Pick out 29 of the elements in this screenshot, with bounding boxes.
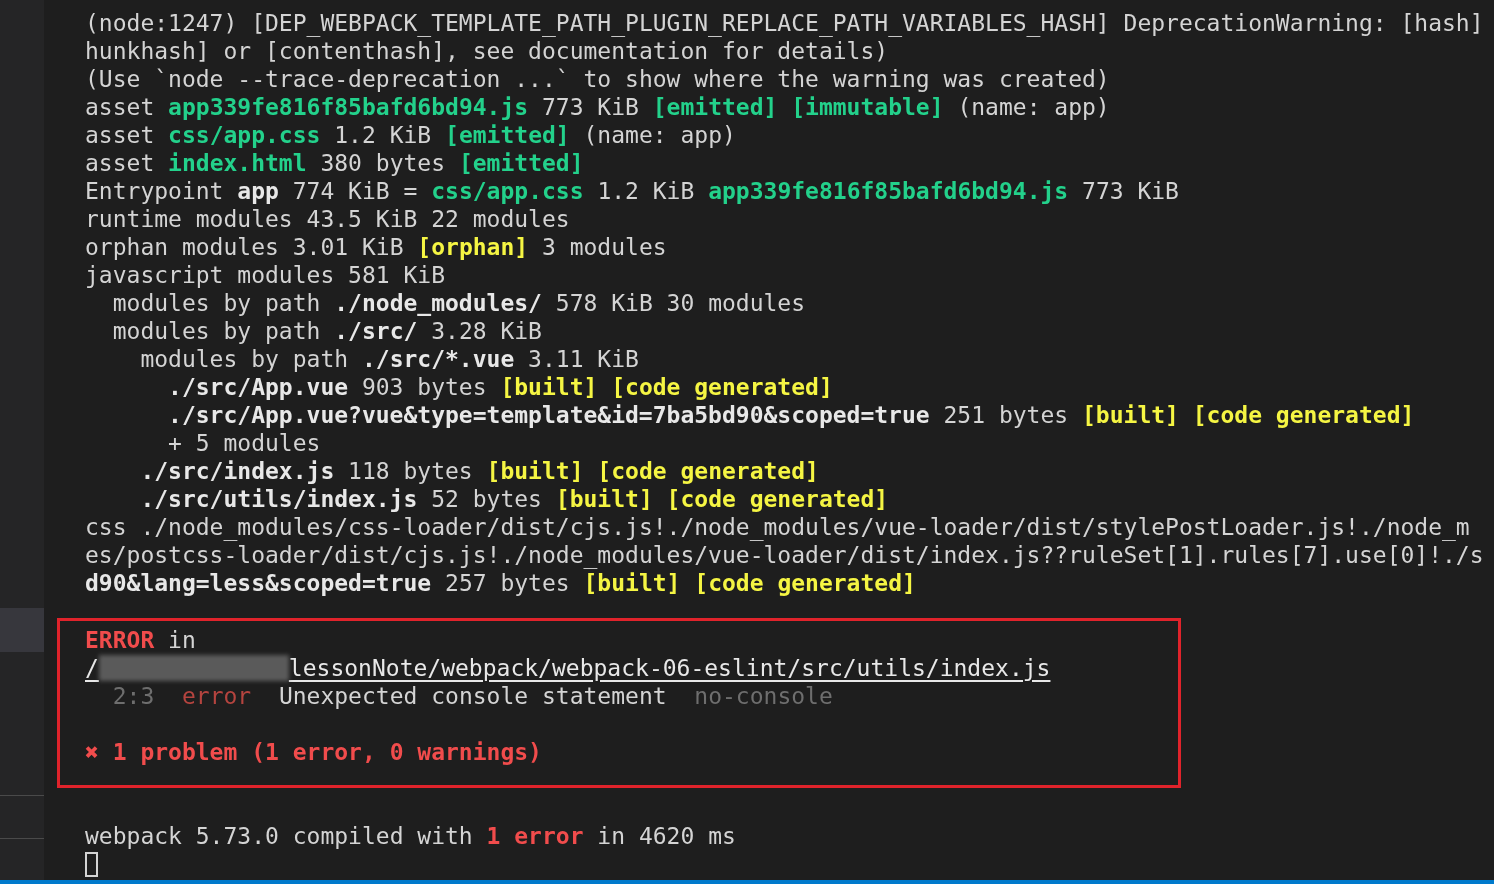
log-line: 2:3 error Unexpected console statement no-console: [111, 682, 833, 710]
log-line: modules by path ./src/ 3.28 KiB: [112, 317, 542, 345]
log-line: es/postcss-loader/dist/cjs.js!./node_modules/vue-loader/dist/index.js??ruleSet[1].rules[7].use[0]!./s: [85, 541, 1484, 569]
log-line: Entrypoint app 774 KiB = css/app.css 1.2 KiB app339fe816f85bafd6bd94.js 773 KiB: [85, 177, 1179, 205]
log-line: asset app339fe816f85bafd6bd94.js 773 KiB [emitted] [immutable] (name: app): [85, 93, 1110, 121]
log-line: asset css/app.css 1.2 KiB [emitted] (name: app): [85, 121, 736, 149]
log-line: orphan modules 3.01 KiB [orphan] 3 modules: [85, 233, 667, 261]
log-line: ✖ 1 problem (1 error, 0 warnings): [85, 738, 542, 766]
log-line: modules by path ./src/*.vue 3.11 KiB: [140, 345, 639, 373]
log-line: (Use `node --trace-deprecation ...` to show where the warning was created): [85, 65, 1110, 93]
log-line: ./src/App.vue 903 bytes [built] [code generated]: [168, 373, 833, 401]
log-line: webpack 5.73.0 compiled with 1 error in 4620 ms: [85, 822, 736, 850]
log-line: hunkhash] or [contenthash], see documentation for details): [85, 37, 889, 65]
log-line: ERROR in: [85, 626, 196, 654]
log-line: ./src/App.vue?vue&type=template&id=7ba5bd90&scoped=true 251 bytes [built] [code generated]: [168, 401, 1415, 429]
terminal-cursor: [85, 851, 98, 877]
file-path-link[interactable]: lessonNote/webpack/webpack-06-eslint/src/utils/index.js: [288, 654, 1051, 682]
log-line: javascript modules 581 KiB: [85, 261, 446, 289]
log-line: ./src/utils/index.js 52 bytes [built] [code generated]: [140, 485, 889, 513]
file-path-link[interactable]: /: [85, 654, 99, 682]
log-line: + 5 modules: [168, 429, 321, 457]
log-line: modules by path ./node_modules/ 578 KiB 30 modules: [112, 289, 806, 317]
log-line: ./src/index.js 118 bytes [built] [code generated]: [140, 457, 819, 485]
highlighted-row: [0, 608, 44, 652]
log-line: d90&lang=less&scoped=true 257 bytes [built] [code generated]: [85, 569, 916, 597]
log-line: (node:1247) [DEP_WEBPACK_TEMPLATE_PATH_PLUGIN_REPLACE_PATH_VARIABLES_HASH] DeprecationWarning: [hash]: [85, 9, 1484, 37]
log-line: css ./node_modules/css-loader/dist/cjs.js!./node_modules/vue-loader/dist/stylePostLoader.js!./node_m: [85, 513, 1470, 541]
log-line: asset index.html 380 bytes [emitted]: [85, 149, 584, 177]
log-line: runtime modules 43.5 KiB 22 modules: [85, 205, 570, 233]
